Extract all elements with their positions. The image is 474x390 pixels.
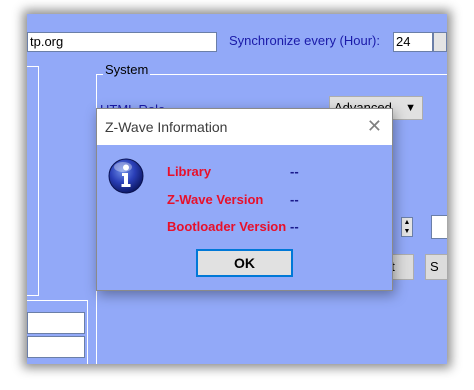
zwave-version-label: Z-Wave Version	[167, 192, 264, 207]
ok-button[interactable]: OK	[196, 249, 293, 277]
partial-button-2[interactable]: S	[425, 254, 447, 280]
close-icon[interactable]: ✕	[367, 116, 382, 137]
bootloader-version-value: --	[290, 219, 299, 234]
sync-interval-label: Synchronize every (Hour):	[229, 33, 380, 48]
bootloader-version-label: Bootloader Version	[167, 219, 287, 234]
partial-field[interactable]	[431, 215, 447, 239]
dialog-title: Z-Wave Information	[105, 119, 228, 135]
bottom-field-2[interactable]	[27, 336, 85, 358]
sync-interval-input[interactable]: 24	[393, 32, 433, 52]
spinner-control[interactable]: ▲ ▼	[401, 217, 413, 237]
library-value: --	[290, 164, 299, 179]
bottom-field-1[interactable]	[27, 312, 85, 334]
dialog-titlebar[interactable]: Z-Wave Information ✕	[97, 109, 392, 145]
chevron-down-icon: ▼	[405, 102, 416, 114]
zwave-version-value: --	[290, 192, 299, 207]
system-group-label: System	[103, 62, 151, 77]
sync-interval-spinner[interactable]	[433, 32, 447, 52]
ntp-server-input[interactable]: tp.org	[27, 32, 217, 52]
left-group-box	[27, 66, 39, 296]
info-icon	[108, 158, 144, 194]
zwave-info-dialog: Z-Wave Information ✕ Library -- Z-Wave V…	[96, 108, 393, 291]
library-label: Library	[167, 164, 212, 179]
